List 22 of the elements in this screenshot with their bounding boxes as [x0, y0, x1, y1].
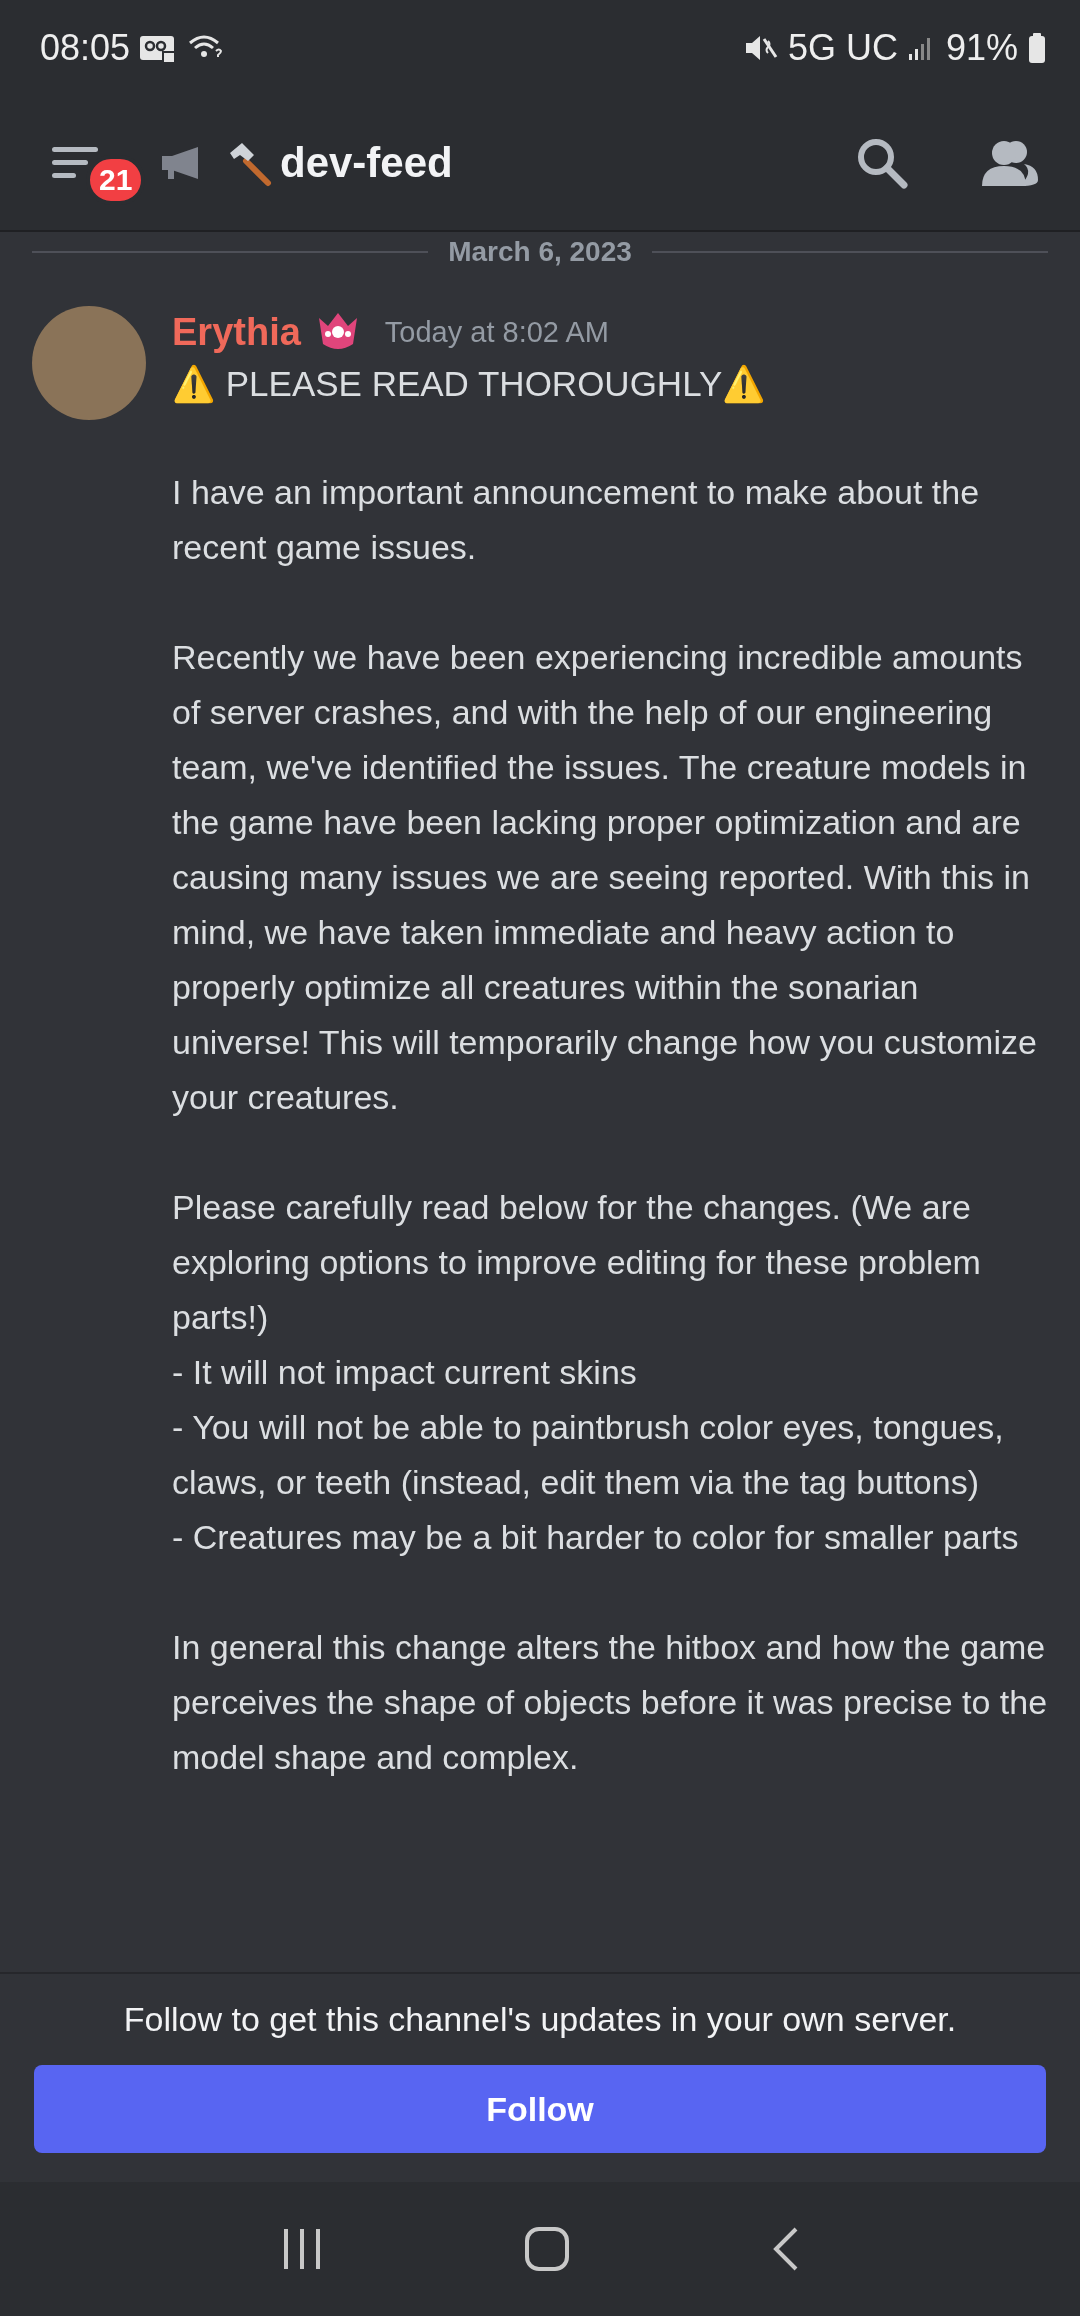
message-timestamp: Today at 8:02 AM — [384, 315, 609, 349]
network-type: 5G UC — [787, 27, 898, 69]
follow-button[interactable]: Follow — [34, 2065, 1046, 2153]
message-text: Recently we have been experiencing incredible amounts of server crashes, and with the help of our engineering team, we've identified the issues. The creature models in the game have been lacking proper optimization and are causing many issues we are seeing reported. With this in mind, we have taken immediate and heavy action to properly optimize all creatures within the sonarian universe! This will temporarily change how you customize your creatures. — [172, 637, 1038, 1118]
message-text: - Creatures may be a bit harder to color for smaller parts — [172, 1517, 1020, 1558]
status-time: 08:05 — [40, 27, 131, 69]
message-text: - You will not be able to paintbrush color eyes, tongues, claws, or teeth (instead, edit them via the tag buttons) — [172, 1407, 1005, 1503]
follow-prompt: Follow to get this channel's updates in your own server. — [123, 2000, 957, 2039]
date-divider: March 6, 2023 — [448, 236, 632, 268]
message-text: In general this change alters the hitbox and how the game perceives the shape of objects before it was precise to the model shape and complex. — [172, 1627, 1048, 1778]
author-name[interactable]: Erythia — [172, 310, 301, 354]
battery-level: 91% — [945, 27, 1018, 69]
home-icon[interactable] — [524, 2226, 570, 2272]
message-text: I have an important announcement to make about the recent game issues. — [172, 472, 981, 568]
message-title: ⚠ PLEASE READ THOROUGHLY⚠ — [172, 363, 768, 406]
members-icon[interactable] — [980, 138, 1040, 188]
message-text: - It will not impact current skins — [172, 1352, 638, 1393]
mute-icon — [743, 33, 778, 63]
message-text: Please carefully read below for the changes. (We are exploring options to improve editing for these problem parts!) — [172, 1187, 982, 1338]
channel-name: dev-feed — [280, 139, 453, 187]
search-icon[interactable] — [856, 137, 908, 189]
battery-icon — [1028, 33, 1046, 63]
